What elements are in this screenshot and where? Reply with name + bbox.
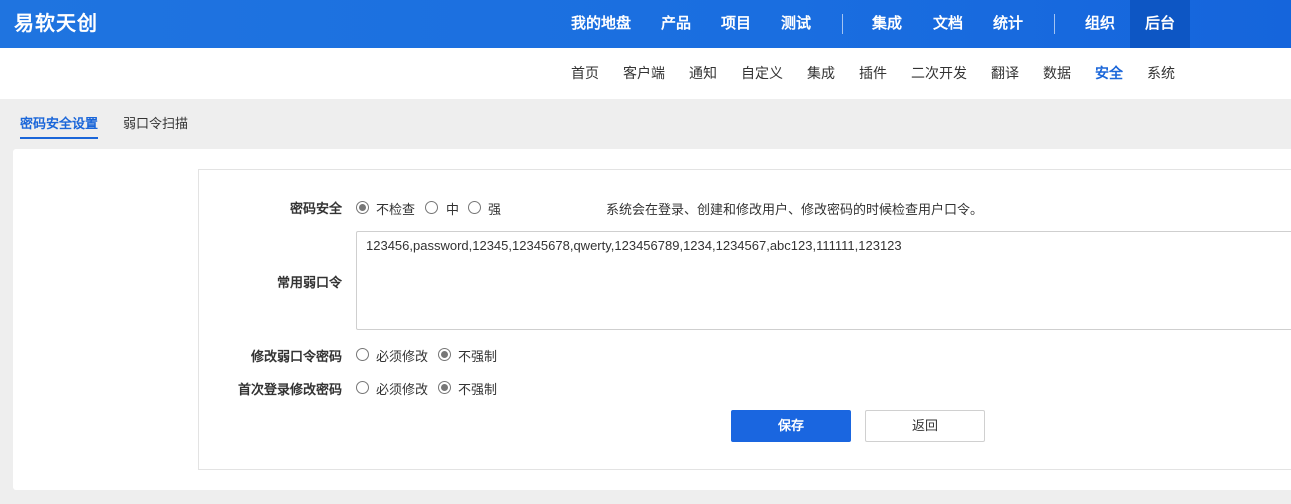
first-login-change-label: 首次登录修改密码 [237,382,342,397]
tab-weak-password-scan[interactable]: 弱口令扫描 [123,115,188,139]
subnav-integration[interactable]: 集成 [807,48,835,99]
topnav-my-dashboard[interactable]: 我的地盘 [571,0,631,48]
radio-change-weak-optional-label[interactable]: 不强制 [458,346,497,365]
subnav-translate[interactable]: 翻译 [991,48,1019,99]
save-button[interactable]: 保存 [731,410,851,442]
subnav-custom[interactable]: 自定义 [741,48,783,99]
change-weak-password-label: 修改弱口令密码 [250,349,342,364]
topnav-project[interactable]: 项目 [721,0,751,48]
subnav-home[interactable]: 首页 [571,48,599,99]
topnav-divider [842,14,843,34]
radio-first-login-required[interactable] [356,381,369,394]
radio-first-login-required-label[interactable]: 必须修改 [376,379,428,398]
password-security-hint: 系统会在登录、创建和修改用户、修改密码的时候检查用户口令。 [606,202,984,217]
weak-passwords-textarea[interactable]: 123456,password,12345,12345678,qwerty,12… [356,231,1291,330]
radio-first-login-optional-label[interactable]: 不强制 [458,379,497,398]
topnav-divider [1054,14,1055,34]
topnav-integration[interactable]: 集成 [872,0,902,48]
topnav-docs[interactable]: 文档 [933,0,963,48]
subnav-client[interactable]: 客户端 [623,48,665,99]
subnav-notify[interactable]: 通知 [689,48,717,99]
topnav-stats[interactable]: 统计 [993,0,1023,48]
weak-passwords-label: 常用弱口令 [276,275,342,290]
topnav-admin[interactable]: 后台 [1130,0,1190,48]
radio-change-weak-required[interactable] [356,348,369,361]
radio-strong-label[interactable]: 强 [488,199,501,218]
radio-medium-label[interactable]: 中 [446,199,459,218]
password-security-label: 密码安全 [289,201,342,216]
tab-password-security[interactable]: 密码安全设置 [20,115,99,139]
subnav-data[interactable]: 数据 [1043,48,1071,99]
brand-logo[interactable]: 易软天创 [14,0,98,48]
subnav-dev[interactable]: 二次开发 [911,48,967,99]
subnav-system[interactable]: 系统 [1147,48,1175,99]
radio-change-weak-optional[interactable] [438,348,451,361]
sub-navbar: 首页 客户端 通知 自定义 集成 插件 二次开发 翻译 数据 安全 系统 [0,48,1291,99]
back-button[interactable]: 返回 [865,410,985,442]
top-navbar: 易软天创 我的地盘 产品 项目 测试 集成 文档 统计 组织 后台 [0,0,1291,48]
radio-first-login-optional[interactable] [438,381,451,394]
radio-change-weak-required-label[interactable]: 必须修改 [376,346,428,365]
radio-medium[interactable] [425,201,438,214]
radio-strong[interactable] [468,201,481,214]
radio-no-check-label[interactable]: 不检查 [376,199,415,218]
topnav-product[interactable]: 产品 [661,0,691,48]
topnav-test[interactable]: 测试 [781,0,811,48]
subnav-plugins[interactable]: 插件 [859,48,887,99]
topnav-org[interactable]: 组织 [1085,0,1115,48]
subnav-security[interactable]: 安全 [1095,48,1123,99]
radio-no-check[interactable] [356,201,369,214]
